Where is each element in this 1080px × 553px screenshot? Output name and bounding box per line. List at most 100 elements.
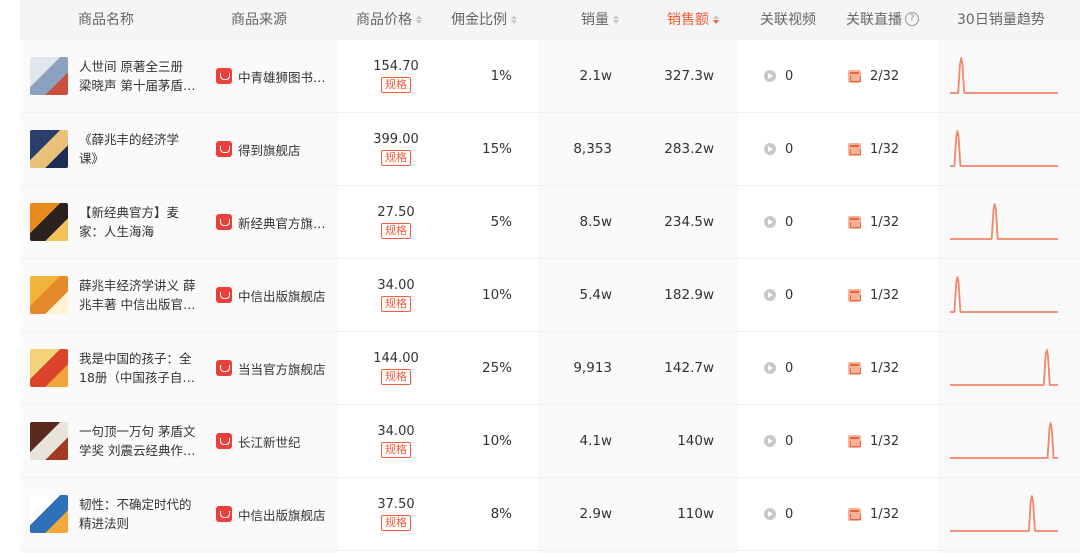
product-thumbnail[interactable]: [30, 203, 68, 241]
shop-link[interactable]: 得到旗舰店: [216, 113, 336, 185]
header-sales[interactable]: 销量: [581, 0, 620, 40]
spec-badge[interactable]: 规格: [381, 150, 411, 166]
header-video: 关联视频: [760, 12, 816, 28]
price-cell: 34.00 规格: [338, 405, 454, 477]
sparkline-path: [950, 422, 1058, 459]
shop-link[interactable]: 中信出版旗舰店: [216, 259, 336, 331]
shop-bag-icon: [216, 68, 232, 84]
sales-trend-sparkline[interactable]: [948, 492, 1060, 536]
sales-trend-sparkline[interactable]: [948, 346, 1060, 390]
commission-value: 15%: [481, 141, 512, 157]
help-icon[interactable]: ?: [905, 12, 919, 26]
shop-link[interactable]: 当当官方旗舰店: [216, 332, 336, 404]
video-link[interactable]: 0: [764, 113, 844, 185]
product-thumbnail[interactable]: [30, 57, 68, 95]
product-name-line1: 【新经典官方】麦: [79, 205, 180, 220]
table-row[interactable]: 一句顶一万句 茅盾文 学奖 刘震云经典作… 长江新世纪 34.00 规格 10%…: [20, 405, 1080, 478]
product-name[interactable]: 一句顶一万句 茅盾文 学奖 刘震云经典作…: [79, 422, 199, 460]
video-count: 0: [785, 214, 794, 230]
shop-name: 中信出版旗舰店: [238, 288, 326, 304]
table-row[interactable]: 人世间 原著全三册 梁晓声 第十届茅盾… 中青雄狮图书… 154.70 规格 1…: [20, 40, 1080, 113]
spec-badge[interactable]: 规格: [381, 77, 411, 93]
live-link[interactable]: 1/32: [848, 113, 938, 185]
product-name-line1: 薛兆丰经济学讲义 薛: [79, 278, 196, 293]
commission-value: 5%: [490, 214, 512, 230]
product-name[interactable]: 人世间 原著全三册 梁晓声 第十届茅盾…: [79, 57, 199, 95]
shop-bag-icon: [216, 433, 232, 449]
live-link[interactable]: 1/32: [848, 478, 938, 550]
video-link[interactable]: 0: [764, 332, 844, 404]
shop-name: 中信出版旗舰店: [238, 507, 326, 523]
video-link[interactable]: 0: [764, 186, 844, 258]
header-live: 关联直播?: [846, 0, 919, 40]
shop-link[interactable]: 中信出版旗舰店: [216, 478, 336, 550]
live-link[interactable]: 2/32: [848, 40, 938, 112]
spec-badge[interactable]: 规格: [381, 223, 411, 239]
live-room-icon: [848, 507, 861, 521]
shop-link[interactable]: 长江新世纪: [216, 405, 336, 477]
video-link[interactable]: 0: [764, 259, 844, 331]
shop-bag-icon: [216, 287, 232, 303]
sales-value: 2.1w: [579, 68, 612, 84]
live-link[interactable]: 1/32: [848, 186, 938, 258]
spec-badge[interactable]: 规格: [381, 369, 411, 385]
play-icon: [764, 508, 776, 520]
sort-icon: [415, 14, 423, 25]
product-name[interactable]: 韧性：不确定时代的 精进法则: [79, 495, 199, 533]
spec-badge[interactable]: 规格: [381, 442, 411, 458]
sales-trend-sparkline[interactable]: [948, 419, 1060, 463]
product-name[interactable]: 薛兆丰经济学讲义 薛 兆丰著 中信出版官…: [79, 276, 199, 314]
product-name-line2: 学奖 刘震云经典作…: [79, 443, 196, 458]
shop-name: 中青雄狮图书…: [238, 69, 326, 85]
product-table: 商品名称 商品来源 商品价格 佣金比例 销量 销售额 关联视频 关联直播? 30…: [20, 0, 1080, 553]
product-name[interactable]: 《薛兆丰的经济学 课》: [79, 130, 199, 168]
shop-link[interactable]: 新经典官方旗…: [216, 186, 336, 258]
sales-trend-sparkline[interactable]: [948, 273, 1060, 317]
sales-value: 8.5w: [579, 214, 612, 230]
product-thumbnail[interactable]: [30, 349, 68, 387]
commission-value: 8%: [490, 506, 512, 522]
product-thumbnail[interactable]: [30, 422, 68, 460]
product-name[interactable]: 【新经典官方】麦 家：人生海海: [79, 203, 199, 241]
price-value: 34.00: [377, 278, 415, 293]
sales-trend-sparkline[interactable]: [948, 127, 1060, 171]
shop-bag-icon: [216, 141, 232, 157]
spec-badge[interactable]: 规格: [381, 296, 411, 312]
product-thumbnail[interactable]: [30, 130, 68, 168]
sales-trend-sparkline[interactable]: [948, 54, 1060, 98]
live-link[interactable]: 1/32: [848, 405, 938, 477]
shop-bag-icon: [216, 506, 232, 522]
video-count: 0: [785, 287, 794, 303]
sort-icon: [612, 14, 620, 25]
video-link[interactable]: 0: [764, 478, 844, 550]
video-count: 0: [785, 360, 794, 376]
sort-icon: [510, 14, 518, 25]
play-icon: [764, 435, 776, 447]
table-row[interactable]: 我是中国的孩子：全 18册（中国孩子自… 当当官方旗舰店 144.00 规格 2…: [20, 332, 1080, 405]
product-name[interactable]: 我是中国的孩子：全 18册（中国孩子自…: [79, 349, 199, 387]
live-link[interactable]: 1/32: [848, 332, 938, 404]
video-link[interactable]: 0: [764, 405, 844, 477]
table-row[interactable]: 薛兆丰经济学讲义 薛 兆丰著 中信出版官… 中信出版旗舰店 34.00 规格 1…: [20, 259, 1080, 332]
header-source: 商品来源: [231, 12, 287, 28]
header-revenue[interactable]: 销售额: [667, 0, 720, 40]
video-count: 0: [785, 433, 794, 449]
header-commission[interactable]: 佣金比例: [451, 0, 518, 40]
live-room-icon: [848, 434, 861, 448]
table-row[interactable]: 韧性：不确定时代的 精进法则 中信出版旗舰店 37.50 规格 8% 2.9w …: [20, 478, 1080, 551]
video-link[interactable]: 0: [764, 40, 844, 112]
live-link[interactable]: 1/32: [848, 259, 938, 331]
shop-link[interactable]: 中青雄狮图书…: [216, 40, 336, 112]
product-thumbnail[interactable]: [30, 276, 68, 314]
spec-badge[interactable]: 规格: [381, 515, 411, 531]
revenue-value: 182.9w: [664, 287, 714, 303]
product-name-line2: 梁晓声 第十届茅盾…: [79, 78, 196, 93]
header-price[interactable]: 商品价格: [356, 0, 423, 40]
revenue-value: 327.3w: [664, 68, 714, 84]
commission-value: 25%: [481, 360, 512, 376]
price-cell: 154.70 规格: [338, 40, 454, 112]
table-row[interactable]: 【新经典官方】麦 家：人生海海 新经典官方旗… 27.50 规格 5% 8.5w…: [20, 186, 1080, 259]
table-row[interactable]: 《薛兆丰的经济学 课》 得到旗舰店 399.00 规格 15% 8,353 28…: [20, 113, 1080, 186]
product-thumbnail[interactable]: [30, 495, 68, 533]
sales-trend-sparkline[interactable]: [948, 200, 1060, 244]
